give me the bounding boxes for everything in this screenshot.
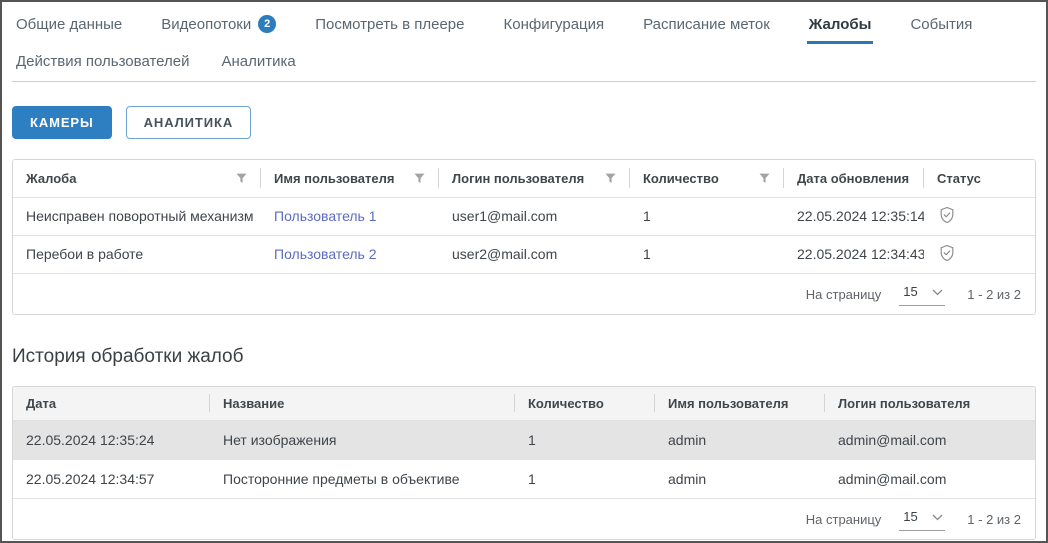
name-cell: Посторонние предметы в объективе xyxy=(210,459,515,498)
complaint-cell: Неисправен поворотный механизм xyxy=(13,197,261,235)
filter-icon[interactable] xyxy=(605,173,616,184)
tab-complaints[interactable]: Жалобы xyxy=(807,16,874,44)
per-page-label: На страницу xyxy=(806,287,882,302)
count-cell: 1 xyxy=(630,235,784,273)
complaints-table: Жалоба Имя пользователя xyxy=(13,160,1035,273)
shield-check-icon xyxy=(937,243,957,263)
tab-label: Посмотреть в плеере xyxy=(315,16,464,33)
column-header-user-login: Логин пользователя xyxy=(439,160,630,197)
tab-analytics[interactable]: Аналитика xyxy=(219,53,297,81)
column-header-user-name: Имя пользователя xyxy=(655,387,825,420)
column-header-user-name: Имя пользователя xyxy=(261,160,439,197)
user-name-cell: admin xyxy=(655,420,825,459)
user-name-link[interactable]: Пользователь 1 xyxy=(274,208,377,224)
user-name-cell: admin xyxy=(655,459,825,498)
per-page-select[interactable]: 15 xyxy=(899,508,945,531)
history-table: Дата Название Количество Имя пользовател… xyxy=(13,387,1035,498)
table-row-highlighted[interactable]: 22.05.2024 12:35:24 Нет изображения 1 ad… xyxy=(13,420,1035,459)
tab-user-actions[interactable]: Действия пользователей xyxy=(14,53,191,81)
column-header-date: Дата xyxy=(13,387,210,420)
user-login-cell: admin@mail.com xyxy=(825,420,1035,459)
history-table-card: Дата Название Количество Имя пользовател… xyxy=(12,386,1036,540)
filter-icon[interactable] xyxy=(759,173,770,184)
table-row[interactable]: Перебои в работе Пользователь 2 user2@ma… xyxy=(13,235,1035,273)
updated-date-cell: 22.05.2024 12:34:43 xyxy=(784,235,924,273)
count-cell: 1 xyxy=(515,420,655,459)
pagination-range: 1 - 2 из 2 xyxy=(967,287,1021,302)
pagination-range: 1 - 2 из 2 xyxy=(967,512,1021,527)
tab-row-secondary: Действия пользователей Аналитика xyxy=(14,53,1034,81)
tab-label: Расписание меток xyxy=(643,16,770,33)
date-cell: 22.05.2024 12:34:57 xyxy=(13,459,210,498)
name-cell: Нет изображения xyxy=(210,420,515,459)
table-row[interactable]: 22.05.2024 12:34:57 Посторонние предметы… xyxy=(13,459,1035,498)
tab-label: Конфигурация xyxy=(503,16,604,33)
column-header-name: Название xyxy=(210,387,515,420)
tabs-divider xyxy=(12,81,1036,82)
complaint-cell: Перебои в работе xyxy=(13,235,261,273)
filter-icon[interactable] xyxy=(414,173,425,184)
history-table-footer: На страницу 15 1 - 2 из 2 xyxy=(13,498,1035,539)
chevron-down-icon xyxy=(932,283,943,301)
user-name-link[interactable]: Пользователь 2 xyxy=(274,246,377,262)
column-header-updated-date: Дата обновления xyxy=(784,160,924,197)
column-header-count: Количество xyxy=(515,387,655,420)
tab-view-in-player[interactable]: Посмотреть в плеере xyxy=(313,16,466,44)
date-cell: 22.05.2024 12:35:24 xyxy=(13,420,210,459)
tab-general-data[interactable]: Общие данные xyxy=(14,16,124,44)
user-login-cell: user1@mail.com xyxy=(439,197,630,235)
per-page-select[interactable]: 15 xyxy=(899,283,945,306)
toolbar: КАМЕРЫ АНАЛИТИКА xyxy=(12,106,1036,139)
analytics-button[interactable]: АНАЛИТИКА xyxy=(126,106,252,139)
per-page-value: 15 xyxy=(903,284,917,299)
chevron-down-icon xyxy=(932,508,943,526)
column-header-complaint: Жалоба xyxy=(13,160,261,197)
complaints-table-footer: На страницу 15 1 - 2 из 2 xyxy=(13,273,1035,314)
column-header-user-login: Логин пользователя xyxy=(825,387,1035,420)
table-row[interactable]: Неисправен поворотный механизм Пользоват… xyxy=(13,197,1035,235)
complaints-table-card: Жалоба Имя пользователя xyxy=(12,159,1036,315)
count-cell: 1 xyxy=(515,459,655,498)
tab-label: События xyxy=(910,16,972,33)
user-login-cell: admin@mail.com xyxy=(825,459,1035,498)
user-login-cell: user2@mail.com xyxy=(439,235,630,273)
column-header-count: Количество xyxy=(630,160,784,197)
video-streams-count-badge: 2 xyxy=(258,15,276,33)
tab-label: Действия пользователей xyxy=(16,53,189,70)
tab-mark-schedule[interactable]: Расписание меток xyxy=(641,16,772,44)
cameras-button[interactable]: КАМЕРЫ xyxy=(12,106,112,139)
filter-icon[interactable] xyxy=(236,173,247,184)
shield-check-icon xyxy=(937,205,957,225)
tab-label: Видеопотоки xyxy=(161,16,251,33)
tab-configuration[interactable]: Конфигурация xyxy=(501,16,606,44)
updated-date-cell: 22.05.2024 12:35:14 xyxy=(784,197,924,235)
complaints-header-row: Жалоба Имя пользователя xyxy=(13,160,1035,197)
tab-label: Жалобы xyxy=(809,16,872,33)
history-section-title: История обработки жалоб xyxy=(12,346,1036,368)
tab-label: Аналитика xyxy=(221,53,295,70)
tab-row-primary: Общие данные Видеопотоки 2 Посмотреть в … xyxy=(14,15,1034,44)
per-page-value: 15 xyxy=(903,509,917,524)
count-cell: 1 xyxy=(630,197,784,235)
tab-video-streams[interactable]: Видеопотоки 2 xyxy=(159,15,278,44)
column-header-status: Статус xyxy=(924,160,1035,197)
tab-bar: Общие данные Видеопотоки 2 Посмотреть в … xyxy=(2,2,1046,81)
camera-complaints-page: Общие данные Видеопотоки 2 Посмотреть в … xyxy=(0,0,1048,543)
history-header-row: Дата Название Количество Имя пользовател… xyxy=(13,387,1035,420)
per-page-label: На страницу xyxy=(806,512,882,527)
tab-events[interactable]: События xyxy=(908,16,974,44)
tab-label: Общие данные xyxy=(16,16,122,33)
